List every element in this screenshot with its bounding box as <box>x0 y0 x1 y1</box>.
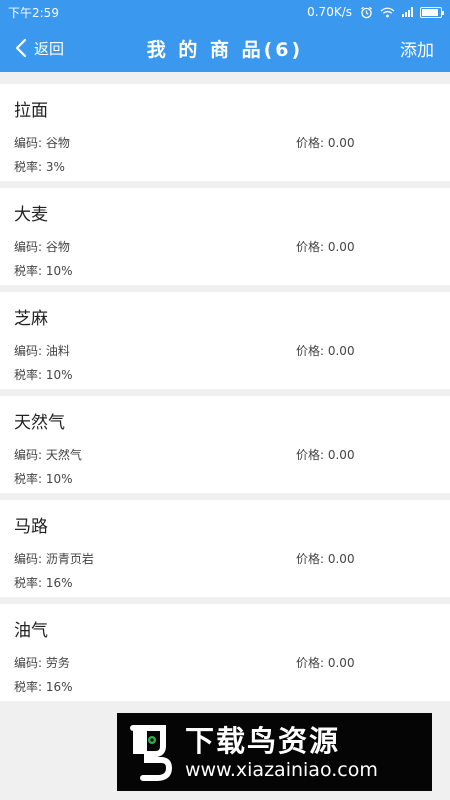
product-price: 价格: 0.00 <box>296 448 355 462</box>
product-name: 拉面 <box>14 101 48 121</box>
chevron-left-icon <box>15 38 27 58</box>
header: 下午2:59 0.70K/s 返回 我 的 商 品(6) 添加 <box>0 0 450 72</box>
product-price: 价格: 0.00 <box>296 656 355 670</box>
wifi-icon <box>380 7 395 17</box>
watermark-banner: 下载鸟资源 www.xiazainiao.com <box>117 713 432 791</box>
page-title: 我 的 商 品(6) <box>146 38 304 61</box>
status-time: 下午2:59 <box>8 5 59 20</box>
product-code: 编码: 沥青页岩 <box>14 552 94 566</box>
product-tax: 税率: 10% <box>14 472 73 486</box>
product-card[interactable]: 大麦 编码: 谷物 价格: 0.00 税率: 10% <box>0 188 450 285</box>
watermark-url: www.xiazainiao.com <box>185 759 378 781</box>
product-tax: 税率: 10% <box>14 264 73 278</box>
watermark-title: 下载鸟资源 <box>185 724 341 758</box>
product-price: 价格: 0.00 <box>296 240 355 254</box>
product-code: 编码: 天然气 <box>14 448 82 462</box>
add-button[interactable]: 添加 <box>400 24 434 72</box>
signal-icon <box>402 7 413 17</box>
product-price: 价格: 0.00 <box>296 344 355 358</box>
product-tax: 税率: 16% <box>14 576 73 590</box>
product-list: 拉面 编码: 谷物 价格: 0.00 税率: 3% 大麦 编码: 谷物 价格: … <box>0 84 450 708</box>
status-icons <box>360 6 444 19</box>
watermark-text: 下载鸟资源 www.xiazainiao.com <box>185 723 378 781</box>
product-tax: 税率: 16% <box>14 680 73 694</box>
product-price: 价格: 0.00 <box>296 552 355 566</box>
product-code: 编码: 劳务 <box>14 656 70 670</box>
status-right: 0.70K/s <box>307 5 444 19</box>
product-card[interactable]: 油气 编码: 劳务 价格: 0.00 税率: 16% <box>0 604 450 701</box>
battery-icon <box>420 6 444 18</box>
network-speed: 0.70K/s <box>307 5 352 19</box>
product-tax: 税率: 10% <box>14 368 73 382</box>
alarm-icon <box>361 6 372 18</box>
product-card[interactable]: 马路 编码: 沥青页岩 价格: 0.00 税率: 16% <box>0 500 450 597</box>
nav-bar: 返回 我 的 商 品(6) 添加 <box>0 24 450 72</box>
product-name: 油气 <box>14 621 48 641</box>
product-card[interactable]: 拉面 编码: 谷物 价格: 0.00 税率: 3% <box>0 84 450 181</box>
status-bar: 下午2:59 0.70K/s <box>0 0 450 24</box>
bird-logo-icon <box>130 725 173 781</box>
product-tax: 税率: 3% <box>14 160 65 174</box>
product-name: 大麦 <box>14 205 48 225</box>
product-price: 价格: 0.00 <box>296 136 355 150</box>
app-screen: 下午2:59 0.70K/s 返回 我 的 商 品(6) 添加 拉面 编码: 谷… <box>0 0 450 800</box>
product-name: 天然气 <box>14 413 65 433</box>
product-code: 编码: 谷物 <box>14 240 70 254</box>
back-button[interactable]: 返回 <box>14 24 64 72</box>
product-code: 编码: 油料 <box>14 344 70 358</box>
product-name: 马路 <box>14 517 48 537</box>
product-card[interactable]: 天然气 编码: 天然气 价格: 0.00 税率: 10% <box>0 396 450 493</box>
back-label: 返回 <box>34 39 65 58</box>
product-code: 编码: 谷物 <box>14 136 70 150</box>
product-card[interactable]: 芝麻 编码: 油料 价格: 0.00 税率: 10% <box>0 292 450 389</box>
product-name: 芝麻 <box>14 309 48 329</box>
